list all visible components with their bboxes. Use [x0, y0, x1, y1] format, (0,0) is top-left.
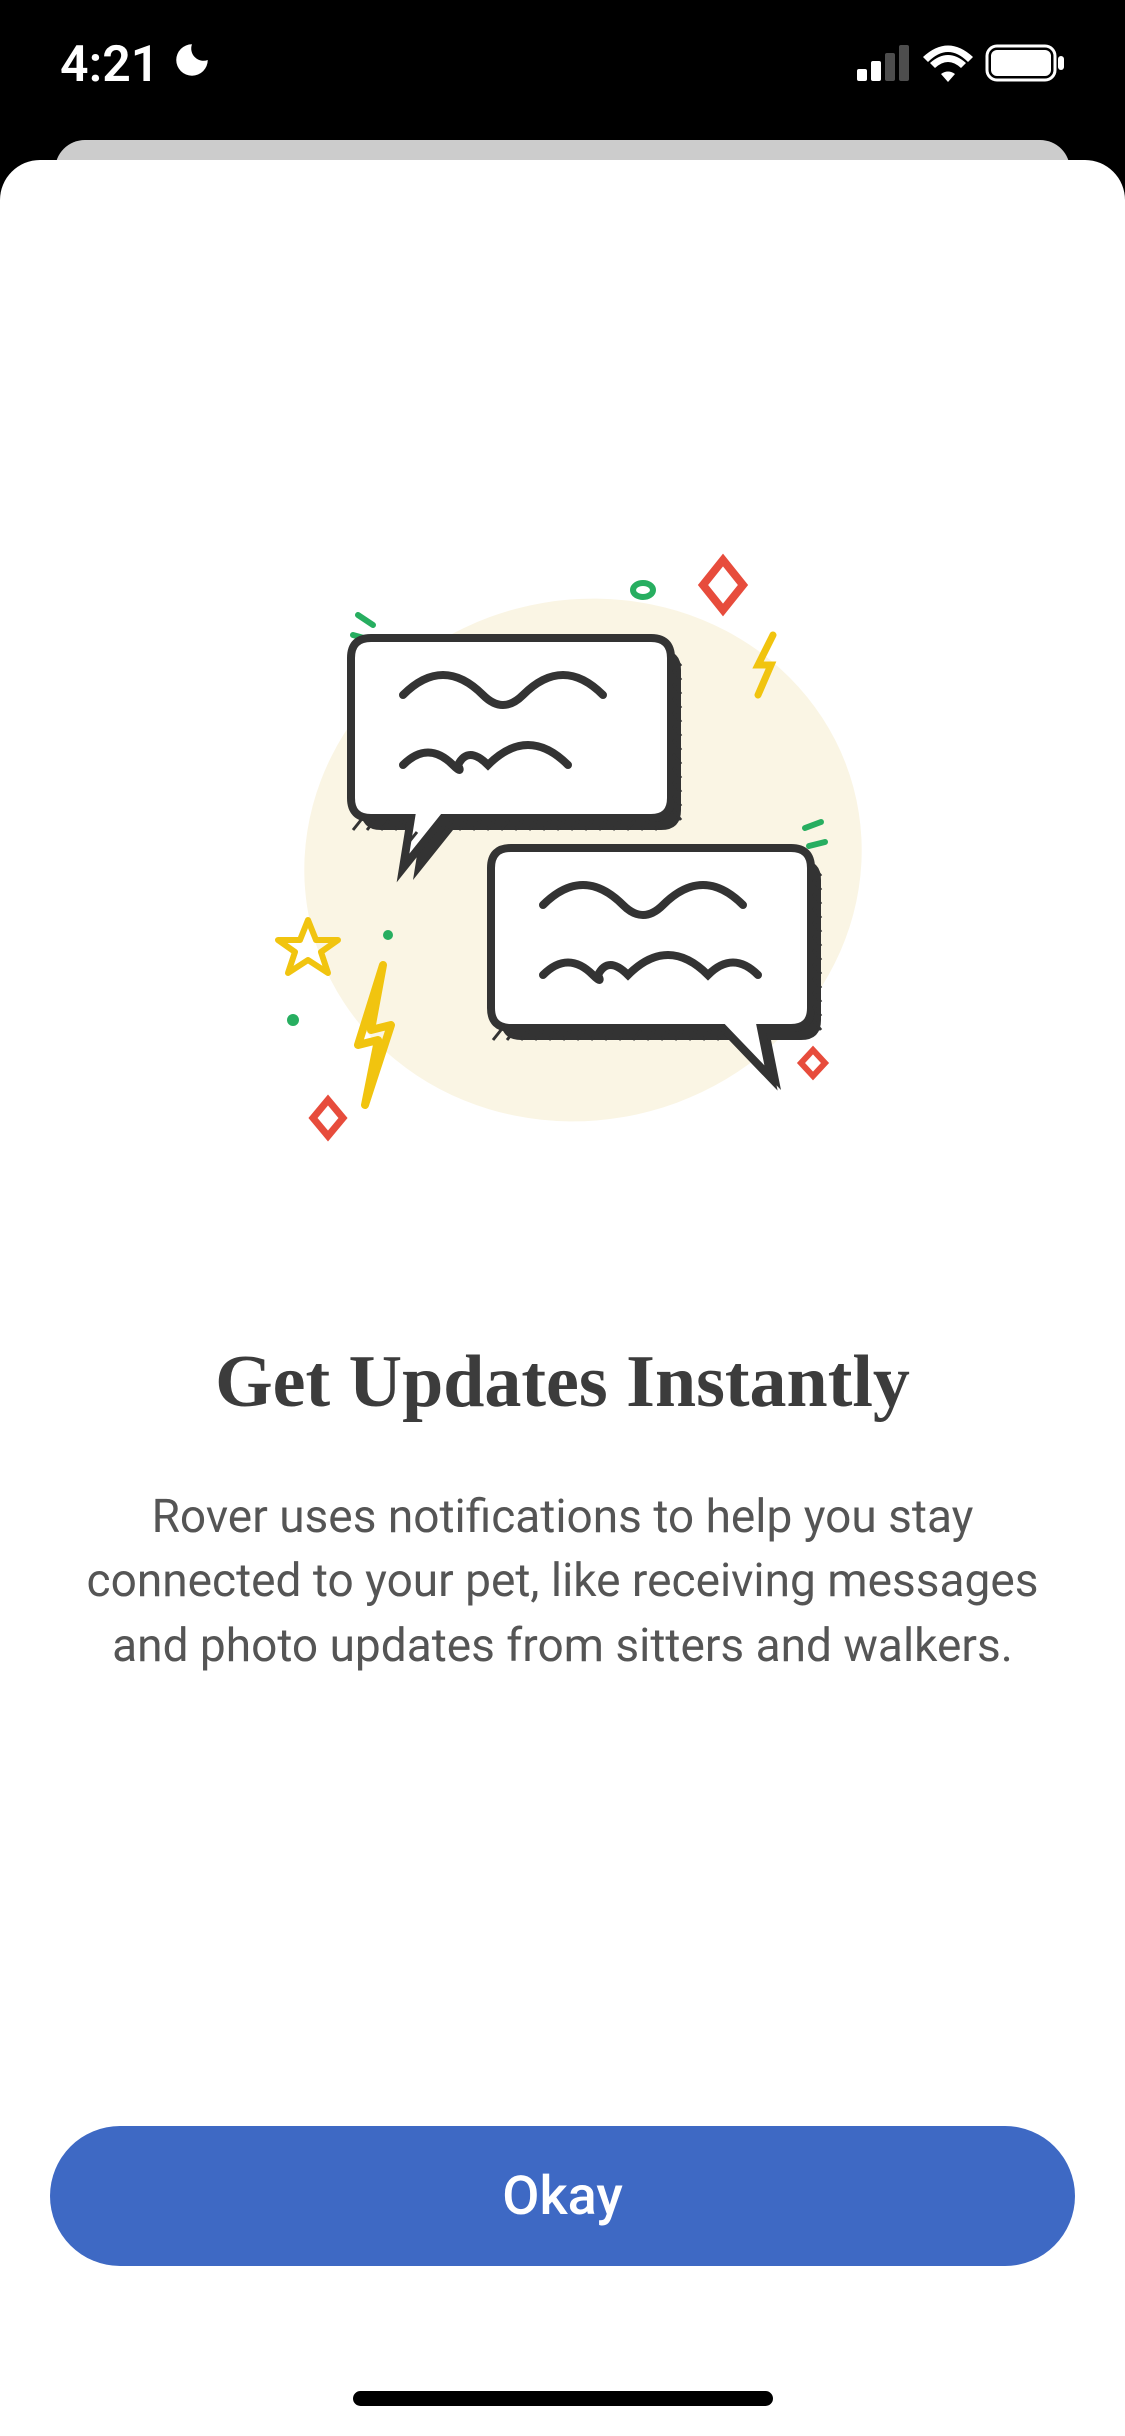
- status-bar-left: 4:21: [60, 36, 213, 94]
- status-bar-right: [857, 44, 1065, 86]
- button-container: Okay: [50, 2126, 1075, 2266]
- home-indicator[interactable]: [353, 2391, 773, 2406]
- okay-button[interactable]: Okay: [50, 2126, 1075, 2266]
- status-time: 4:21: [60, 36, 159, 94]
- cellular-signal-icon: [857, 45, 911, 85]
- modal-sheet: Get Updates Instantly Rover uses notific…: [0, 160, 1125, 2436]
- do-not-disturb-icon: [171, 36, 213, 94]
- speech-bubbles-illustration: [213, 520, 913, 1220]
- status-bar: 4:21: [0, 0, 1125, 130]
- battery-icon: [985, 44, 1065, 86]
- wifi-icon: [923, 44, 973, 86]
- modal-heading: Get Updates Instantly: [215, 1340, 910, 1425]
- modal-body-text: Rover uses notifications to help you sta…: [50, 1485, 1075, 1678]
